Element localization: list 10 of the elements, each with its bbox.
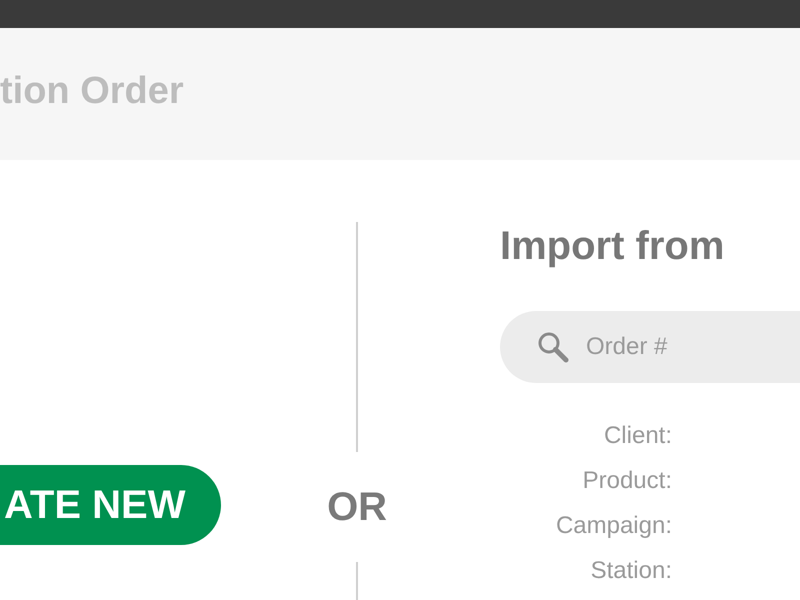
field-label: Product:	[582, 466, 672, 496]
or-label: OR	[327, 484, 388, 530]
search-icon	[536, 330, 570, 364]
dialog-title: tion Order	[0, 70, 184, 112]
field-label: Campaign:	[556, 511, 672, 541]
field-label: Station:	[590, 556, 672, 586]
field-label: Client:	[604, 421, 672, 451]
create-new-button[interactable]: ATE NEW	[0, 465, 221, 545]
order-number-input[interactable]: Order #	[584, 332, 738, 362]
import-title: Import from	[500, 224, 726, 269]
